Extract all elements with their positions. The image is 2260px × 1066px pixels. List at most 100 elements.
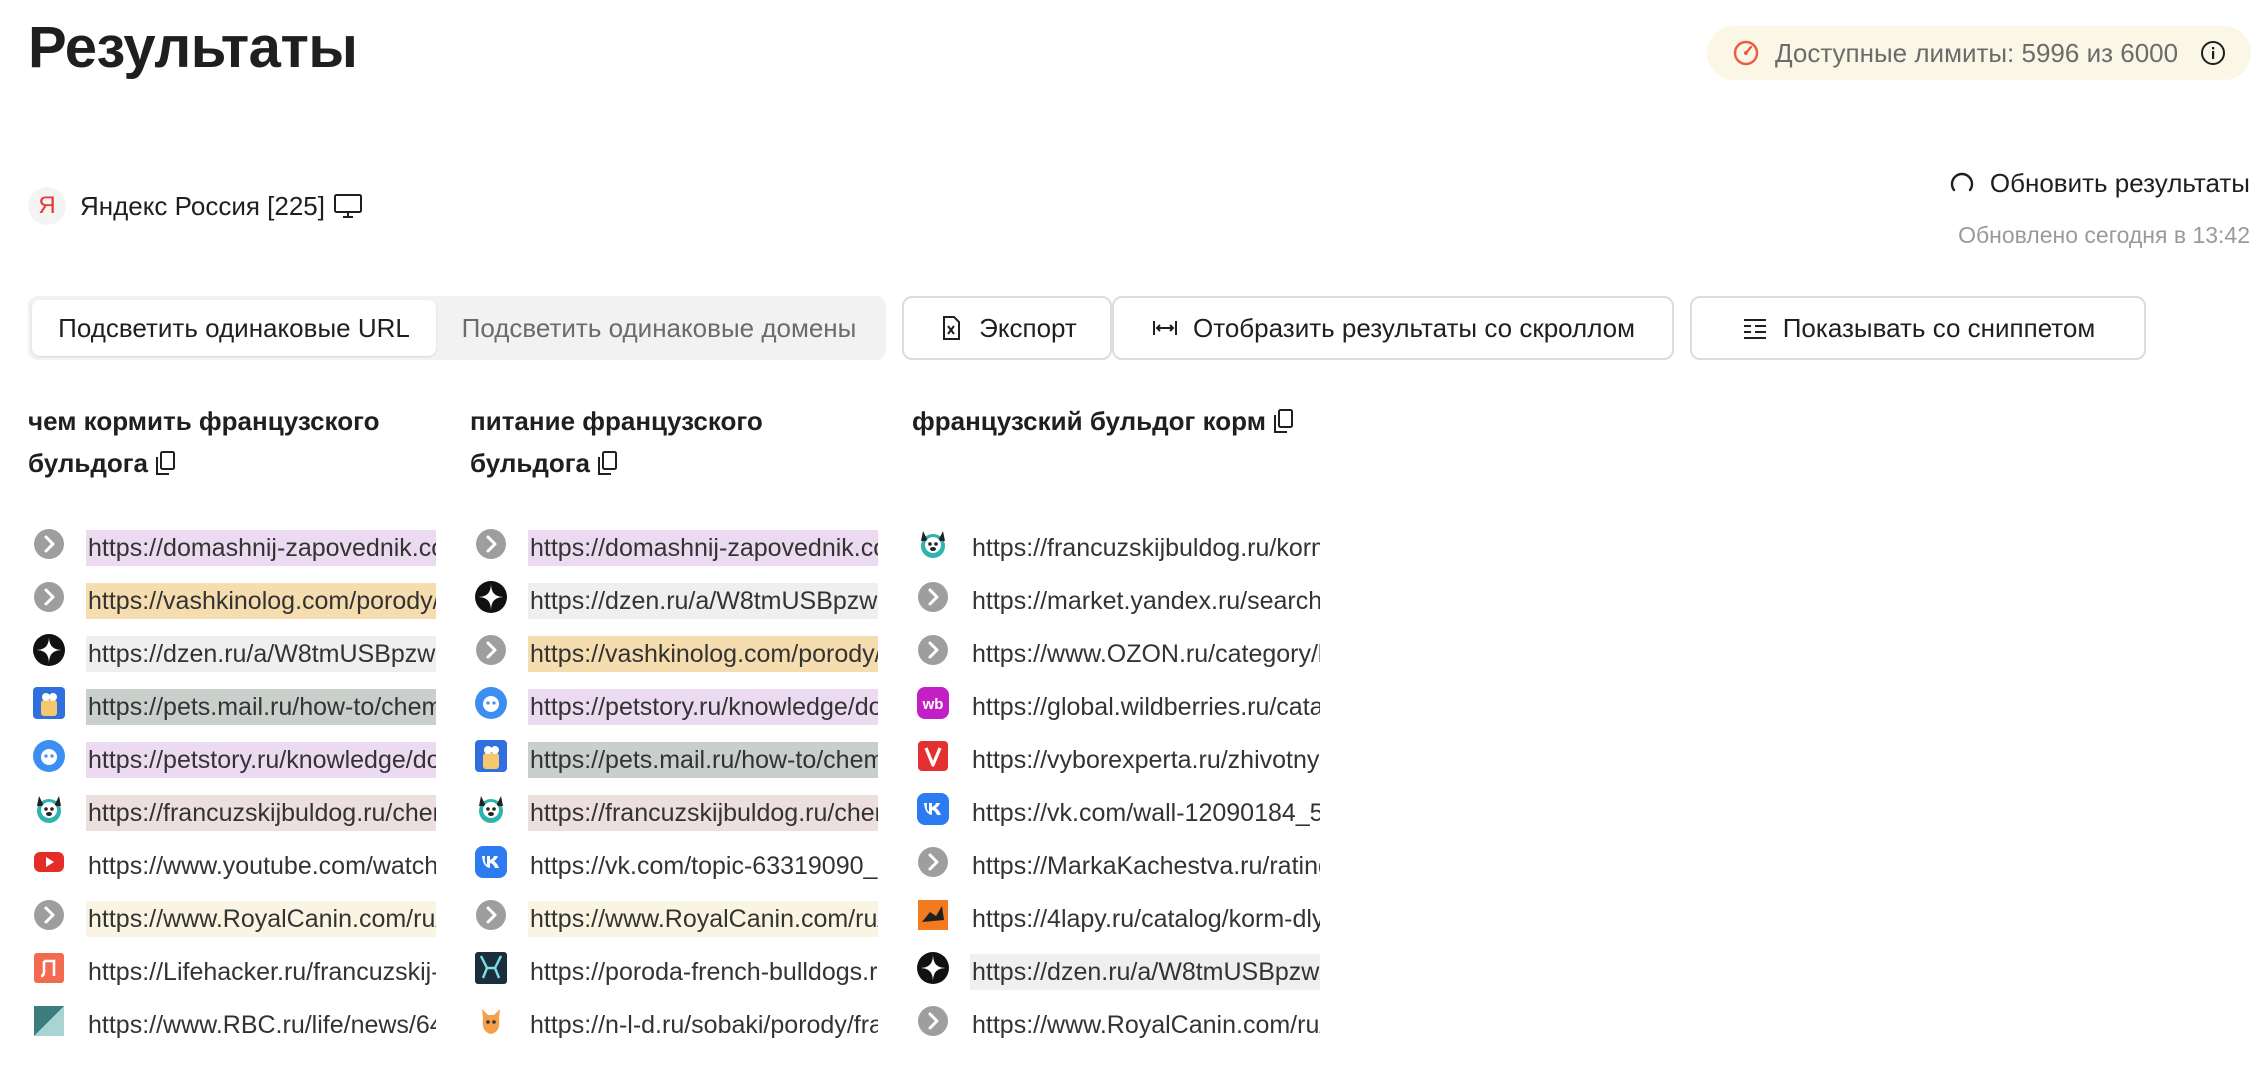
query-line: бульдога [470,448,591,478]
result-row[interactable]: https://pets.mail.ru/how-to/chem [470,734,878,778]
dzen-icon [32,633,66,667]
result-url-link[interactable]: https://n-l-d.ru/sobaki/porody/fra [528,1007,878,1043]
arrow-circle-icon [32,898,66,932]
result-row[interactable]: https://www.RoyalCanin.com/ru/ [912,999,1320,1043]
result-url-link[interactable]: https://petstory.ru/knowledge/do [86,742,436,778]
desktop-icon [333,194,362,218]
result-row[interactable]: https://francuzskijbuldog.ru/korm [912,522,1320,566]
svg-text:wb: wb [922,696,944,713]
result-url-link[interactable]: https://vk.com/wall-12090184_5 [970,795,1320,831]
bulldog-icon [474,792,508,826]
result-row[interactable]: https://pets.mail.ru/how-to/chem [28,681,436,725]
result-row[interactable]: https://vk.com/wall-12090184_5 [912,787,1320,831]
refresh-label: Обновить результаты [1989,168,2250,198]
result-row[interactable]: https://Lifehacker.ru/francuzskij- [28,946,436,990]
result-url-link[interactable]: https://www.youtube.com/watch [86,848,436,884]
result-url-link[interactable]: https://vashkinolog.com/porody/ [528,636,878,672]
lifehacker-icon [32,951,66,985]
result-row[interactable]: https://vk.com/topic-63319090_ [470,840,878,884]
result-url-link[interactable]: https://vyborexperta.ru/zhivotnye [970,742,1320,778]
result-url-link[interactable]: https://petstory.ru/knowledge/do [528,689,878,725]
result-url-link[interactable]: https://francuzskijbuldog.ru/chem [528,795,878,831]
result-url-link[interactable]: https://pets.mail.ru/how-to/chem [86,689,436,725]
result-url-link[interactable]: https://vk.com/topic-63319090_ [528,848,878,884]
bulldog-icon [916,527,950,561]
scroll-label: Отобразить результаты со скроллом [1192,312,1636,343]
snippet-icon [1743,319,1766,339]
result-row[interactable]: https://petstory.ru/knowledge/do [28,734,436,778]
result-row[interactable]: https://domashnij-zapovednik.com [470,522,878,566]
result-url-link[interactable]: https://dzen.ru/a/W8tmUSBpzwC [528,583,878,619]
info-icon[interactable] [2200,40,2226,66]
query-title: французский бульдог корм [912,400,1322,518]
result-url-link[interactable]: https://domashnij-zapovednik.com [86,530,436,566]
result-url-link[interactable]: https://www.RoyalCanin.com/ru/ [86,901,436,937]
result-row[interactable]: https://vashkinolog.com/porody/ [470,628,878,672]
dzen-icon [916,951,950,985]
show-scroll-button[interactable]: Отобразить результаты со скроллом [1112,296,1674,360]
result-row[interactable]: https://www.RoyalCanin.com/ru/ [28,893,436,937]
nld-icon [474,1004,508,1038]
result-row[interactable]: https://market.yandex.ru/search [912,575,1320,619]
dzen-icon [474,580,508,614]
arrow-circle-icon [916,1004,950,1038]
updated-time: Обновлено сегодня в 13:42 [1958,222,2250,248]
export-label: Экспорт [979,312,1077,343]
result-row[interactable]: https://vashkinolog.com/porody/ [28,575,436,619]
result-url-link[interactable]: https://poroda-french-bulldogs.r [528,954,878,990]
result-url-link[interactable]: https://francuzskijbuldog.ru/chem [86,795,436,831]
result-row[interactable]: https://n-l-d.ru/sobaki/porody/fra [470,999,878,1043]
result-row[interactable]: https://francuzskijbuldog.ru/chem [28,787,436,831]
petstory-icon [32,739,66,773]
result-url-link[interactable]: https://www.RBC.ru/life/news/64 [86,1007,436,1043]
result-row[interactable]: https://www.RBC.ru/life/news/64 [28,999,436,1043]
result-row[interactable]: https://dzen.ru/a/W8tmUSBpzwC [470,575,878,619]
result-row[interactable]: https://vyborexperta.ru/zhivotnye [912,734,1320,778]
result-url-link[interactable]: https://vashkinolog.com/porody/ [86,583,436,619]
result-url-link[interactable]: https://global.wildberries.ru/cata [970,689,1320,725]
result-row[interactable]: https://domashnij-zapovednik.com [28,522,436,566]
result-row[interactable]: https://www.RoyalCanin.com/ru/ [470,893,878,937]
highlight-domains-button[interactable]: Подсветить одинаковые домены [436,300,882,356]
bulldog-icon [32,792,66,826]
copy-icon[interactable] [154,450,176,476]
result-url-link[interactable]: https://MarkaKachestva.ru/rating [970,848,1320,884]
gauge-icon [1733,40,1759,66]
result-url-link[interactable]: https://market.yandex.ru/search [970,583,1320,619]
result-url-link[interactable]: https://4lapy.ru/catalog/korm-dly [970,901,1320,937]
copy-icon[interactable] [1272,408,1294,434]
result-url-link[interactable]: https://dzen.ru/a/W8tmUSBpzwC [86,636,436,672]
show-snippet-button[interactable]: Показывать со сниппетом [1690,296,2146,360]
result-url-link[interactable]: https://www.OZON.ru/category/k [970,636,1320,672]
result-url-link[interactable]: https://www.RoyalCanin.com/ru/ [970,1007,1320,1043]
result-row[interactable]: https://dzen.ru/a/W8tmUSBpzwC [912,946,1320,990]
highlight-urls-button[interactable]: Подсветить одинаковые URL [32,300,436,356]
result-row[interactable]: wb https://global.wildberries.ru/cata [912,681,1320,725]
result-url-link[interactable]: https://Lifehacker.ru/francuzskij- [86,954,436,990]
result-row[interactable]: https://dzen.ru/a/W8tmUSBpzwC [28,628,436,672]
query-line: бульдога [28,448,149,478]
vk-icon [916,792,950,826]
arrow-circle-icon [916,845,950,879]
result-row[interactable]: https://MarkaKachestva.ru/rating [912,840,1320,884]
vk-icon [474,845,508,879]
result-row[interactable]: https://www.youtube.com/watch [28,840,436,884]
result-url-link[interactable]: https://pets.mail.ru/how-to/chem [528,742,878,778]
query-line: чем кормить французского [28,406,380,436]
result-row[interactable]: https://francuzskijbuldog.ru/chem [470,787,878,831]
refresh-results-button[interactable]: Обновить результаты [1948,168,2250,199]
result-url-link[interactable]: https://francuzskijbuldog.ru/korm [970,530,1320,566]
result-row[interactable]: https://4lapy.ru/catalog/korm-dly [912,893,1320,937]
result-url-link[interactable]: https://domashnij-zapovednik.com [528,530,878,566]
result-url-link[interactable]: https://www.RoyalCanin.com/ru/ [528,901,878,937]
export-button[interactable]: Экспорт [902,296,1112,360]
copy-icon[interactable] [596,450,618,476]
result-url-link[interactable]: https://dzen.ru/a/W8tmUSBpzwC [970,954,1320,990]
result-row[interactable]: https://www.OZON.ru/category/k [912,628,1320,672]
arrow-circle-icon [474,633,508,667]
result-row[interactable]: https://poroda-french-bulldogs.r [470,946,878,990]
result-row[interactable]: https://petstory.ru/knowledge/do [470,681,878,725]
4lapy-icon [916,898,950,932]
pets-mail-icon [474,739,508,773]
limits-badge: Доступные лимиты: 5996 из 6000 [1707,26,2251,80]
